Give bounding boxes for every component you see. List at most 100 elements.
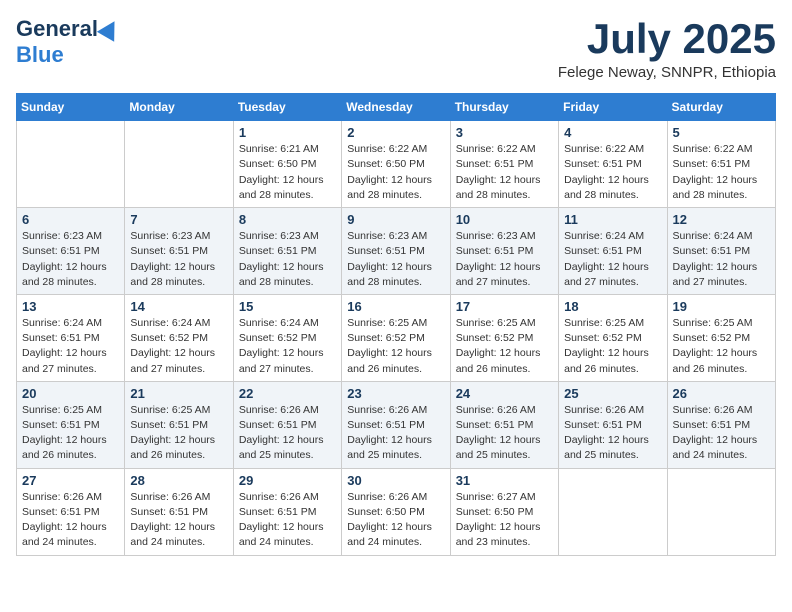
day-detail: Sunrise: 6:27 AMSunset: 6:50 PMDaylight:… bbox=[456, 490, 553, 551]
title-area: July 2025 Felege Neway, SNNPR, Ethiopia bbox=[558, 16, 776, 81]
day-number: 29 bbox=[239, 473, 336, 488]
day-number: 12 bbox=[673, 212, 770, 227]
day-detail: Sunrise: 6:26 AMSunset: 6:51 PMDaylight:… bbox=[564, 403, 661, 464]
day-cell: 11 Sunrise: 6:24 AMSunset: 6:51 PMDayligh… bbox=[559, 208, 667, 295]
day-detail: Sunrise: 6:25 AMSunset: 6:52 PMDaylight:… bbox=[564, 316, 661, 377]
day-detail: Sunrise: 6:26 AMSunset: 6:51 PMDaylight:… bbox=[347, 403, 444, 464]
logo-general: General bbox=[16, 16, 98, 42]
day-cell: 23 Sunrise: 6:26 AMSunset: 6:51 PMDayligh… bbox=[342, 381, 450, 468]
day-cell bbox=[17, 121, 125, 208]
day-cell: 16 Sunrise: 6:25 AMSunset: 6:52 PMDayligh… bbox=[342, 294, 450, 381]
day-cell: 14Sunrise: 6:24 AMSunset: 6:52 PMDayligh… bbox=[125, 294, 233, 381]
day-cell: 30 Sunrise: 6:26 AMSunset: 6:50 PMDayligh… bbox=[342, 468, 450, 555]
day-detail: Sunrise: 6:23 AMSunset: 6:51 PMDaylight:… bbox=[347, 229, 444, 290]
day-cell: 18Sunrise: 6:25 AMSunset: 6:52 PMDayligh… bbox=[559, 294, 667, 381]
day-number: 15 bbox=[239, 299, 336, 314]
day-cell: 25 Sunrise: 6:26 AMSunset: 6:51 PMDayligh… bbox=[559, 381, 667, 468]
logo-blue: Blue bbox=[16, 42, 64, 68]
col-header-sunday: Sunday bbox=[17, 94, 125, 121]
day-number: 7 bbox=[130, 212, 227, 227]
week-row-4: 20 Sunrise: 6:25 AMSunset: 6:51 PMDayligh… bbox=[17, 381, 776, 468]
day-cell: 27 Sunrise: 6:26 AMSunset: 6:51 PMDayligh… bbox=[17, 468, 125, 555]
day-number: 13 bbox=[22, 299, 119, 314]
day-detail: Sunrise: 6:25 AMSunset: 6:52 PMDaylight:… bbox=[456, 316, 553, 377]
day-cell: 21 Sunrise: 6:25 AMSunset: 6:51 PMDayligh… bbox=[125, 381, 233, 468]
day-number: 27 bbox=[22, 473, 119, 488]
day-detail: Sunrise: 6:26 AMSunset: 6:51 PMDaylight:… bbox=[22, 490, 119, 551]
day-cell bbox=[559, 468, 667, 555]
day-number: 16 bbox=[347, 299, 444, 314]
day-detail: Sunrise: 6:22 AMSunset: 6:51 PMDaylight:… bbox=[456, 142, 553, 203]
day-detail: Sunrise: 6:26 AMSunset: 6:51 PMDaylight:… bbox=[239, 490, 336, 551]
day-detail: Sunrise: 6:25 AMSunset: 6:51 PMDaylight:… bbox=[22, 403, 119, 464]
day-number: 2 bbox=[347, 125, 444, 140]
day-number: 8 bbox=[239, 212, 336, 227]
day-detail: Sunrise: 6:23 AMSunset: 6:51 PMDaylight:… bbox=[239, 229, 336, 290]
day-detail: Sunrise: 6:23 AMSunset: 6:51 PMDaylight:… bbox=[456, 229, 553, 290]
logo-triangle-icon bbox=[97, 16, 123, 42]
day-number: 11 bbox=[564, 212, 661, 227]
day-cell: 19 Sunrise: 6:25 AMSunset: 6:52 PMDayligh… bbox=[667, 294, 775, 381]
month-title: July 2025 bbox=[558, 16, 776, 62]
day-cell: 29 Sunrise: 6:26 AMSunset: 6:51 PMDayligh… bbox=[233, 468, 341, 555]
page-header: General Blue July 2025 Felege Neway, SNN… bbox=[16, 16, 776, 81]
day-number: 28 bbox=[130, 473, 227, 488]
day-number: 17 bbox=[456, 299, 553, 314]
day-cell: 2Sunrise: 6:22 AMSunset: 6:50 PMDaylight… bbox=[342, 121, 450, 208]
day-cell: 8 Sunrise: 6:23 AMSunset: 6:51 PMDaylight… bbox=[233, 208, 341, 295]
day-number: 26 bbox=[673, 386, 770, 401]
day-number: 21 bbox=[130, 386, 227, 401]
col-header-tuesday: Tuesday bbox=[233, 94, 341, 121]
day-cell: 7Sunrise: 6:23 AMSunset: 6:51 PMDaylight… bbox=[125, 208, 233, 295]
day-cell: 9 Sunrise: 6:23 AMSunset: 6:51 PMDaylight… bbox=[342, 208, 450, 295]
day-number: 5 bbox=[673, 125, 770, 140]
day-cell: 4Sunrise: 6:22 AMSunset: 6:51 PMDaylight… bbox=[559, 121, 667, 208]
day-cell bbox=[667, 468, 775, 555]
day-cell: 31Sunrise: 6:27 AMSunset: 6:50 PMDayligh… bbox=[450, 468, 558, 555]
day-number: 3 bbox=[456, 125, 553, 140]
header-row: SundayMondayTuesdayWednesdayThursdayFrid… bbox=[17, 94, 776, 121]
day-detail: Sunrise: 6:26 AMSunset: 6:51 PMDaylight:… bbox=[239, 403, 336, 464]
col-header-wednesday: Wednesday bbox=[342, 94, 450, 121]
day-number: 19 bbox=[673, 299, 770, 314]
day-number: 25 bbox=[564, 386, 661, 401]
day-detail: Sunrise: 6:24 AMSunset: 6:51 PMDaylight:… bbox=[673, 229, 770, 290]
day-detail: Sunrise: 6:25 AMSunset: 6:51 PMDaylight:… bbox=[130, 403, 227, 464]
day-cell: 24Sunrise: 6:26 AMSunset: 6:51 PMDayligh… bbox=[450, 381, 558, 468]
day-number: 9 bbox=[347, 212, 444, 227]
day-number: 20 bbox=[22, 386, 119, 401]
day-detail: Sunrise: 6:25 AMSunset: 6:52 PMDaylight:… bbox=[673, 316, 770, 377]
calendar-table: SundayMondayTuesdayWednesdayThursdayFrid… bbox=[16, 93, 776, 555]
day-detail: Sunrise: 6:22 AMSunset: 6:51 PMDaylight:… bbox=[564, 142, 661, 203]
day-cell: 22Sunrise: 6:26 AMSunset: 6:51 PMDayligh… bbox=[233, 381, 341, 468]
day-detail: Sunrise: 6:24 AMSunset: 6:51 PMDaylight:… bbox=[564, 229, 661, 290]
day-cell: 15 Sunrise: 6:24 AMSunset: 6:52 PMDayligh… bbox=[233, 294, 341, 381]
day-cell: 3 Sunrise: 6:22 AMSunset: 6:51 PMDaylight… bbox=[450, 121, 558, 208]
day-cell: 6 Sunrise: 6:23 AMSunset: 6:51 PMDaylight… bbox=[17, 208, 125, 295]
day-cell: 12 Sunrise: 6:24 AMSunset: 6:51 PMDayligh… bbox=[667, 208, 775, 295]
day-cell: 17 Sunrise: 6:25 AMSunset: 6:52 PMDayligh… bbox=[450, 294, 558, 381]
week-row-3: 13Sunrise: 6:24 AMSunset: 6:51 PMDayligh… bbox=[17, 294, 776, 381]
day-detail: Sunrise: 6:25 AMSunset: 6:52 PMDaylight:… bbox=[347, 316, 444, 377]
col-header-friday: Friday bbox=[559, 94, 667, 121]
day-number: 10 bbox=[456, 212, 553, 227]
day-cell: 10 Sunrise: 6:23 AMSunset: 6:51 PMDayligh… bbox=[450, 208, 558, 295]
week-row-5: 27 Sunrise: 6:26 AMSunset: 6:51 PMDayligh… bbox=[17, 468, 776, 555]
week-row-2: 6 Sunrise: 6:23 AMSunset: 6:51 PMDaylight… bbox=[17, 208, 776, 295]
day-cell: 26 Sunrise: 6:26 AMSunset: 6:51 PMDayligh… bbox=[667, 381, 775, 468]
day-detail: Sunrise: 6:26 AMSunset: 6:51 PMDaylight:… bbox=[456, 403, 553, 464]
col-header-monday: Monday bbox=[125, 94, 233, 121]
col-header-saturday: Saturday bbox=[667, 94, 775, 121]
day-detail: Sunrise: 6:26 AMSunset: 6:51 PMDaylight:… bbox=[673, 403, 770, 464]
day-number: 6 bbox=[22, 212, 119, 227]
day-detail: Sunrise: 6:23 AMSunset: 6:51 PMDaylight:… bbox=[22, 229, 119, 290]
day-cell bbox=[125, 121, 233, 208]
day-cell: 20 Sunrise: 6:25 AMSunset: 6:51 PMDayligh… bbox=[17, 381, 125, 468]
day-number: 14 bbox=[130, 299, 227, 314]
day-number: 30 bbox=[347, 473, 444, 488]
day-cell: 5Sunrise: 6:22 AMSunset: 6:51 PMDaylight… bbox=[667, 121, 775, 208]
day-detail: Sunrise: 6:26 AMSunset: 6:50 PMDaylight:… bbox=[347, 490, 444, 551]
day-number: 23 bbox=[347, 386, 444, 401]
day-detail: Sunrise: 6:24 AMSunset: 6:52 PMDaylight:… bbox=[239, 316, 336, 377]
logo: General Blue bbox=[16, 16, 120, 68]
